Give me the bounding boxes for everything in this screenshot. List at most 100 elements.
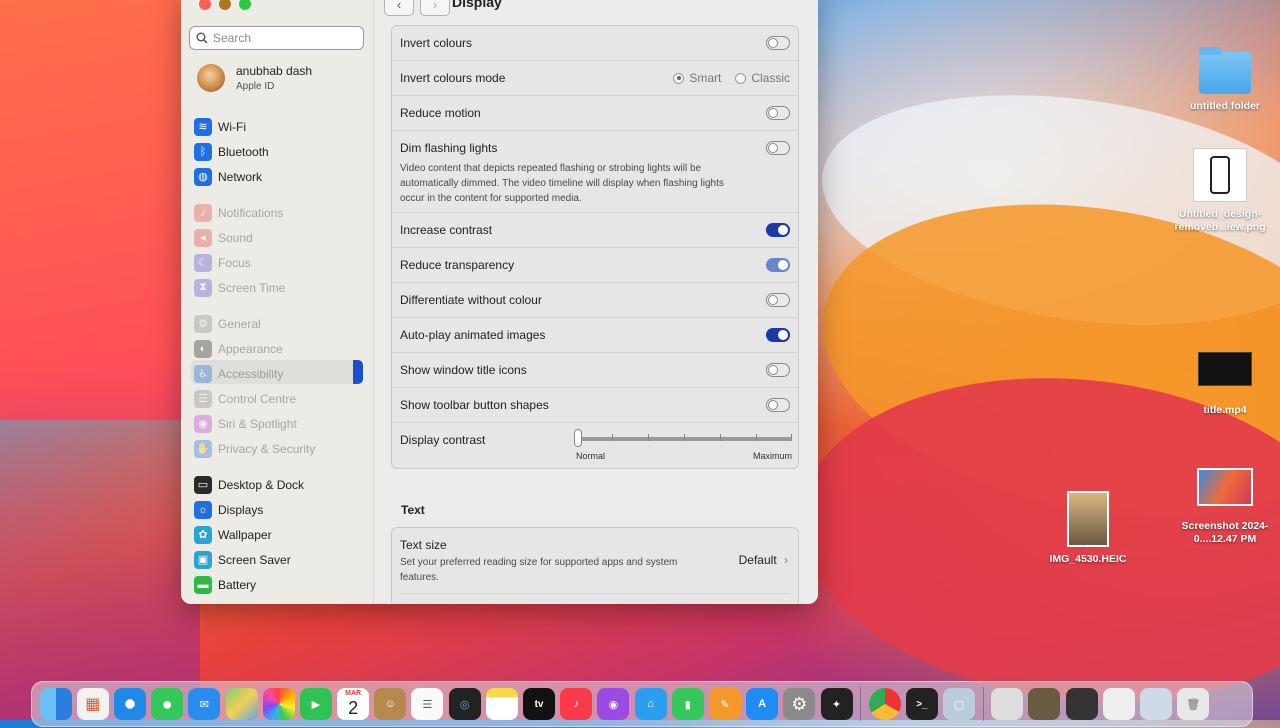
increase-contrast-toggle[interactable] [766, 223, 790, 237]
trash-icon[interactable]: 🗑 [1177, 688, 1210, 720]
sidebar-item-label: Wallpaper [218, 527, 272, 542]
photos-icon[interactable] [262, 688, 295, 720]
sidebar-item-label: Displays [218, 502, 264, 517]
sidebar-item-displays[interactable]: ☼ Displays [194, 497, 364, 522]
recent-file-icon[interactable] [1065, 688, 1098, 720]
dock-separator [982, 687, 984, 721]
sidebar-item-notifications[interactable]: ♪ Notifications [194, 200, 364, 225]
sidebar-item-wallpaper[interactable]: ✿ Wallpaper [194, 522, 364, 547]
preview-icon[interactable]: ▢ [943, 688, 976, 720]
display-contrast-row: Display contrast Normal Maximum [392, 423, 798, 468]
autoplay-toggle[interactable] [766, 328, 790, 342]
sidebar-item-general[interactable]: ⚙ General [194, 311, 364, 336]
sidebar-item-wi-fi[interactable]: ≋ Wi-Fi [194, 114, 364, 139]
desktop-icon-screenshot[interactable]: Screenshot 2024-0....12.47 PM [1170, 468, 1280, 546]
zoom-button[interactable] [239, 0, 251, 10]
final-cut-icon[interactable]: ✦ [820, 688, 853, 720]
sidebar-item-privacy-security[interactable]: ✋ Privacy & Security [194, 436, 364, 461]
reminders-icon[interactable]: ☰ [411, 688, 444, 720]
quicktime-icon[interactable]: ◎ [448, 688, 481, 720]
sidebar-item-network[interactable]: ◍ Network [194, 164, 364, 189]
maps-icon[interactable] [225, 688, 258, 720]
terminal-icon[interactable]: >_ [905, 688, 938, 720]
sidebar-item-desktop-dock[interactable]: ▭ Desktop & Dock [194, 472, 364, 497]
facetime-icon[interactable]: ▶ [299, 688, 332, 720]
smart-radio[interactable]: Smart [673, 71, 721, 85]
recent-file-icon[interactable] [991, 688, 1024, 720]
sidebar-item-focus[interactable]: ☾ Focus [194, 250, 364, 275]
recent-file-icon[interactable] [1028, 688, 1061, 720]
back-button[interactable]: ‹ [384, 0, 414, 16]
recent-file-icon[interactable] [1140, 688, 1173, 720]
forward-button[interactable]: › [420, 0, 450, 16]
text-settings-panel: Text size Set your preferred reading siz… [391, 527, 799, 604]
sidebar-item-accessibility[interactable]: ♿ Accessibility [194, 361, 364, 386]
slider-knob[interactable] [574, 429, 582, 447]
sidebar-item-screen-time[interactable]: ⧗ Screen Time [194, 275, 364, 300]
reduce-transparency-toggle[interactable] [766, 258, 790, 272]
toolbar-shapes-row: Show toolbar button shapes [392, 388, 798, 423]
classic-radio[interactable]: Classic [735, 71, 790, 85]
display-contrast-label: Display contrast [400, 433, 486, 447]
desktop-icon-folder[interactable]: untitled folder [1170, 47, 1280, 113]
pages-icon[interactable]: ✎ [708, 688, 741, 720]
reduce-motion-toggle[interactable] [766, 106, 790, 120]
search-icon [196, 32, 208, 44]
mail-icon[interactable]: ✉ [188, 688, 221, 720]
podcasts-icon[interactable]: ◉ [597, 688, 630, 720]
close-button[interactable] [199, 0, 211, 10]
hourglass-icon: ⧗ [194, 278, 212, 297]
chevron-left-icon: ‹ [396, 0, 402, 12]
desktop-icon-video[interactable]: title.mp4 [1170, 352, 1280, 417]
keynote-icon[interactable]: ⌂ [634, 688, 667, 720]
text-size-label: Text size [400, 538, 447, 552]
toolbar-shapes-toggle[interactable] [766, 398, 790, 412]
system-settings-icon[interactable]: ⚙ [783, 688, 816, 720]
sidebar-item-siri-spotlight[interactable]: ◉ Siri & Spotlight [194, 411, 364, 436]
increase-contrast-label: Increase contrast [400, 223, 493, 237]
title-icons-row: Show window title icons [392, 353, 798, 388]
numbers-icon[interactable]: ▮ [671, 688, 704, 720]
dim-flashing-toggle[interactable] [766, 141, 790, 155]
globe-icon: ◍ [194, 167, 212, 186]
sidebar-item-appearance[interactable]: ◐ Appearance [194, 336, 364, 361]
page-title: Display [452, 0, 502, 10]
sidebar-item-sound[interactable]: ◂ Sound [194, 225, 364, 250]
sidebar-item-battery[interactable]: ▬ Battery [194, 572, 364, 597]
invert-colours-toggle[interactable] [766, 36, 790, 50]
safari-icon[interactable] [113, 688, 146, 720]
calendar-icon[interactable]: MAR 2 [337, 688, 370, 720]
title-icons-label: Show window title icons [400, 363, 527, 377]
differentiate-toggle[interactable] [766, 293, 790, 307]
launchpad-icon[interactable]: ▦ [76, 688, 109, 720]
differentiate-row: Differentiate without colour [392, 283, 798, 318]
bluetooth-icon: ᛒ [194, 142, 212, 161]
contacts-icon[interactable]: ☺ [374, 688, 407, 720]
title-icons-toggle[interactable] [766, 363, 790, 377]
minimize-button[interactable] [219, 0, 231, 10]
reduce-transparency-label: Reduce transparency [400, 258, 515, 272]
chevron-right-icon: › [432, 0, 438, 12]
differentiate-label: Differentiate without colour [400, 293, 542, 307]
music-icon[interactable]: ♪ [560, 688, 593, 720]
sidebar-item-control-centre[interactable]: ☰ Control Centre [194, 386, 364, 411]
apple-tv-label: tv [534, 698, 544, 710]
apple-id-profile[interactable]: anubhab dash Apple ID [197, 64, 312, 92]
finder-icon[interactable] [39, 688, 72, 720]
contrast-slider[interactable]: Normal Maximum [574, 429, 792, 461]
chrome-icon[interactable] [868, 688, 901, 720]
sidebar-item-bluetooth[interactable]: ᛒ Bluetooth [194, 139, 364, 164]
app-store-icon[interactable]: A [746, 688, 779, 720]
photo-file-icon [1067, 491, 1109, 547]
desktop-icon-heic[interactable]: IMG_4530.HEIC [1033, 491, 1143, 566]
search-field[interactable]: Search [189, 26, 364, 50]
notes-icon[interactable] [485, 688, 518, 720]
messages-icon[interactable]: ● [151, 688, 184, 720]
text-size-button[interactable]: Default › [739, 553, 788, 567]
display-settings-panel: Invert colours Invert colours mode Smart… [391, 25, 799, 469]
sidebar-item-screen-saver[interactable]: ▣ Screen Saver [194, 547, 364, 572]
wallpaper-shape [0, 360, 200, 720]
apple-tv-icon[interactable]: tv [523, 688, 556, 720]
desktop-icon-png[interactable]: Untitled_design-removeb...iew.png [1165, 148, 1275, 234]
recent-file-icon[interactable] [1102, 688, 1135, 720]
